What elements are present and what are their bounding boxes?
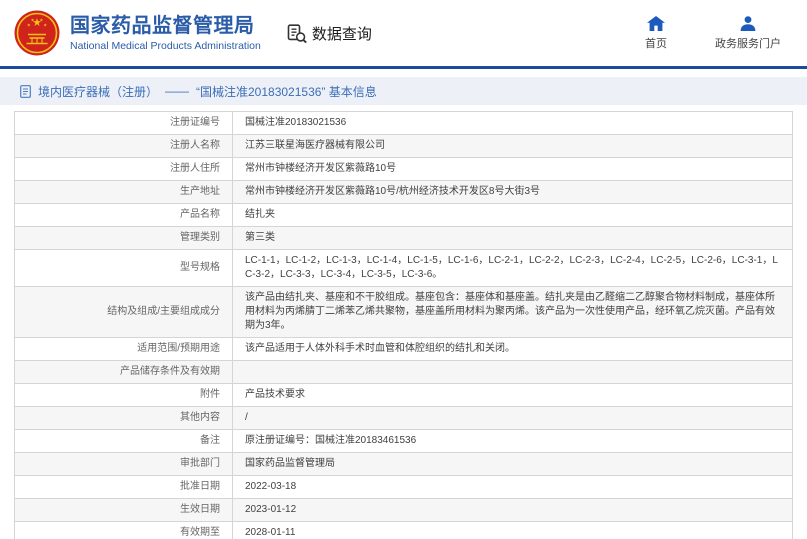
- site-subtitle: National Medical Products Administration: [70, 40, 261, 52]
- row-value: LC-1-1，LC-1-2，LC-1-3，LC-1-4，LC-1-5，LC-1-…: [233, 250, 793, 287]
- row-label: 审批部门: [15, 453, 233, 476]
- site-header: 国家药品监督管理局 National Medical Products Admi…: [0, 0, 807, 69]
- breadcrumb-current: “国械注准20183021536” 基本信息: [196, 83, 377, 100]
- table-row-structure-composition: 结构及组成/主要组成成分 该产品由结扎夹、基座和不干胶组成。基座包含：基座体和基…: [15, 287, 793, 338]
- info-table-body: 注册证编号 国械注准20183021536 注册人名称 江苏三联星海医疗器械有限…: [15, 112, 793, 539]
- row-value: 第三类: [233, 227, 793, 250]
- row-label: 产品储存条件及有效期: [15, 361, 233, 384]
- table-row-intended-use: 适用范围/预期用途 该产品适用于人体外科手术时血管和体腔组织的结扎和关闭。: [15, 338, 793, 361]
- national-emblem-icon: [14, 10, 60, 56]
- data-query-nav[interactable]: 数据查询: [287, 23, 372, 44]
- data-query-label: 数据查询: [312, 23, 372, 44]
- row-value: 结扎夹: [233, 204, 793, 227]
- breadcrumb-separator: ——: [165, 84, 189, 98]
- row-value: 常州市钟楼经济开发区紫薇路10号: [233, 158, 793, 181]
- row-label: 其他内容: [15, 407, 233, 430]
- row-value: 2023-01-12: [233, 499, 793, 522]
- table-row-model-specs: 型号规格 LC-1-1，LC-1-2，LC-1-3，LC-1-4，LC-1-5，…: [15, 250, 793, 287]
- row-value: 原注册证编号：国械注准20183461536: [233, 430, 793, 453]
- user-icon: [740, 16, 756, 31]
- row-label: 注册人名称: [15, 135, 233, 158]
- row-label: 有效期至: [15, 522, 233, 539]
- row-label: 注册证编号: [15, 112, 233, 135]
- row-value: /: [233, 407, 793, 430]
- nav-portal[interactable]: 政务服务门户: [715, 16, 781, 51]
- table-row-remarks: 备注 原注册证编号：国械注准20183461536: [15, 430, 793, 453]
- data-query-icon: [287, 24, 307, 43]
- breadcrumb-section[interactable]: 境内医疗器械（注册）: [38, 83, 158, 100]
- info-table: 注册证编号 国械注准20183021536 注册人名称 江苏三联星海医疗器械有限…: [14, 111, 793, 539]
- table-row-registrant-name: 注册人名称 江苏三联星海医疗器械有限公司: [15, 135, 793, 158]
- row-value: 江苏三联星海医疗器械有限公司: [233, 135, 793, 158]
- row-value: 该产品适用于人体外科手术时血管和体腔组织的结扎和关闭。: [233, 338, 793, 361]
- row-value: [233, 361, 793, 384]
- row-label: 备注: [15, 430, 233, 453]
- table-row-attachment: 附件 产品技术要求: [15, 384, 793, 407]
- row-value: 2028-01-11: [233, 522, 793, 539]
- row-label: 适用范围/预期用途: [15, 338, 233, 361]
- table-row-storage-conditions: 产品储存条件及有效期: [15, 361, 793, 384]
- table-row-management-class: 管理类别 第三类: [15, 227, 793, 250]
- row-label: 型号规格: [15, 250, 233, 287]
- table-row-production-address: 生产地址 常州市钟楼经济开发区紫薇路10号/杭州经济技术开发区8号大街3号: [15, 181, 793, 204]
- row-value: 国械注准20183021536: [233, 112, 793, 135]
- nav-home-label: 首页: [645, 35, 667, 51]
- nav-home[interactable]: 首页: [645, 16, 667, 51]
- table-row-reg-number: 注册证编号 国械注准20183021536: [15, 112, 793, 135]
- row-label: 生效日期: [15, 499, 233, 522]
- table-row-effective-date: 生效日期 2023-01-12: [15, 499, 793, 522]
- row-label: 附件: [15, 384, 233, 407]
- row-value: 常州市钟楼经济开发区紫薇路10号/杭州经济技术开发区8号大街3号: [233, 181, 793, 204]
- table-row-approval-date: 批准日期 2022-03-18: [15, 476, 793, 499]
- document-icon: [20, 85, 31, 98]
- home-icon: [647, 16, 665, 31]
- row-value: 该产品由结扎夹、基座和不干胶组成。基座包含：基座体和基座盖。结扎夹是由乙醛缩二乙…: [233, 287, 793, 338]
- table-row-expiry-date: 有效期至 2028-01-11: [15, 522, 793, 539]
- row-label: 注册人住所: [15, 158, 233, 181]
- table-row-other-content: 其他内容 /: [15, 407, 793, 430]
- row-label: 批准日期: [15, 476, 233, 499]
- site-title: 国家药品监督管理局: [70, 14, 261, 38]
- row-value: 产品技术要求: [233, 384, 793, 407]
- nav-portal-label: 政务服务门户: [715, 35, 781, 51]
- row-label: 生产地址: [15, 181, 233, 204]
- table-row-product-name: 产品名称 结扎夹: [15, 204, 793, 227]
- table-row-approval-department: 审批部门 国家药品监督管理局: [15, 453, 793, 476]
- row-value: 2022-03-18: [233, 476, 793, 499]
- row-label: 产品名称: [15, 204, 233, 227]
- table-row-registrant-address: 注册人住所 常州市钟楼经济开发区紫薇路10号: [15, 158, 793, 181]
- breadcrumb: 境内医疗器械（注册） —— “国械注准20183021536” 基本信息: [0, 77, 807, 105]
- row-value: 国家药品监督管理局: [233, 453, 793, 476]
- row-label: 结构及组成/主要组成成分: [15, 287, 233, 338]
- row-label: 管理类别: [15, 227, 233, 250]
- site-title-block: 国家药品监督管理局 National Medical Products Admi…: [70, 14, 261, 52]
